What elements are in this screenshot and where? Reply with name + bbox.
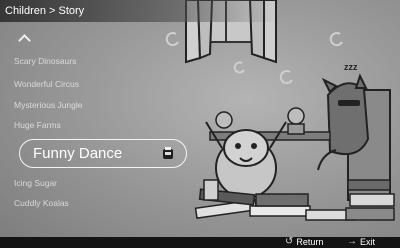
menu-item[interactable]: Icing Sugar [14,178,57,188]
menu-item[interactable]: Scary Dinosaurs [14,56,76,66]
menu-item-selected[interactable]: Funny Dance [19,139,187,168]
return-label: Return [296,236,324,247]
story-menu-screen: zzz Children > Story Scary Dinosaurs Won… [0,0,400,248]
exit-label: Exit [360,236,376,247]
menu-item[interactable]: Cuddly Koalas [14,198,69,208]
menu-item[interactable]: Mysterious Jungle [14,100,83,110]
menu-item[interactable]: Wonderful Circus [14,79,79,89]
header-bar: Children > Story [0,0,400,22]
footer-bar: ↺ Return → Exit [0,236,400,248]
svg-text:zzz: zzz [344,62,358,72]
selected-item-label: Funny Dance [33,145,123,162]
return-arrow-icon: ↺ [285,236,294,247]
toy-shelf [209,107,331,141]
exit-button[interactable]: → Exit [347,236,375,247]
book-icon [163,147,173,159]
menu-item[interactable]: Huge Farms [14,120,61,130]
exit-icon: → [347,236,357,247]
breadcrumb: Children > Story [5,5,85,17]
return-button[interactable]: ↺ Return [285,236,323,247]
